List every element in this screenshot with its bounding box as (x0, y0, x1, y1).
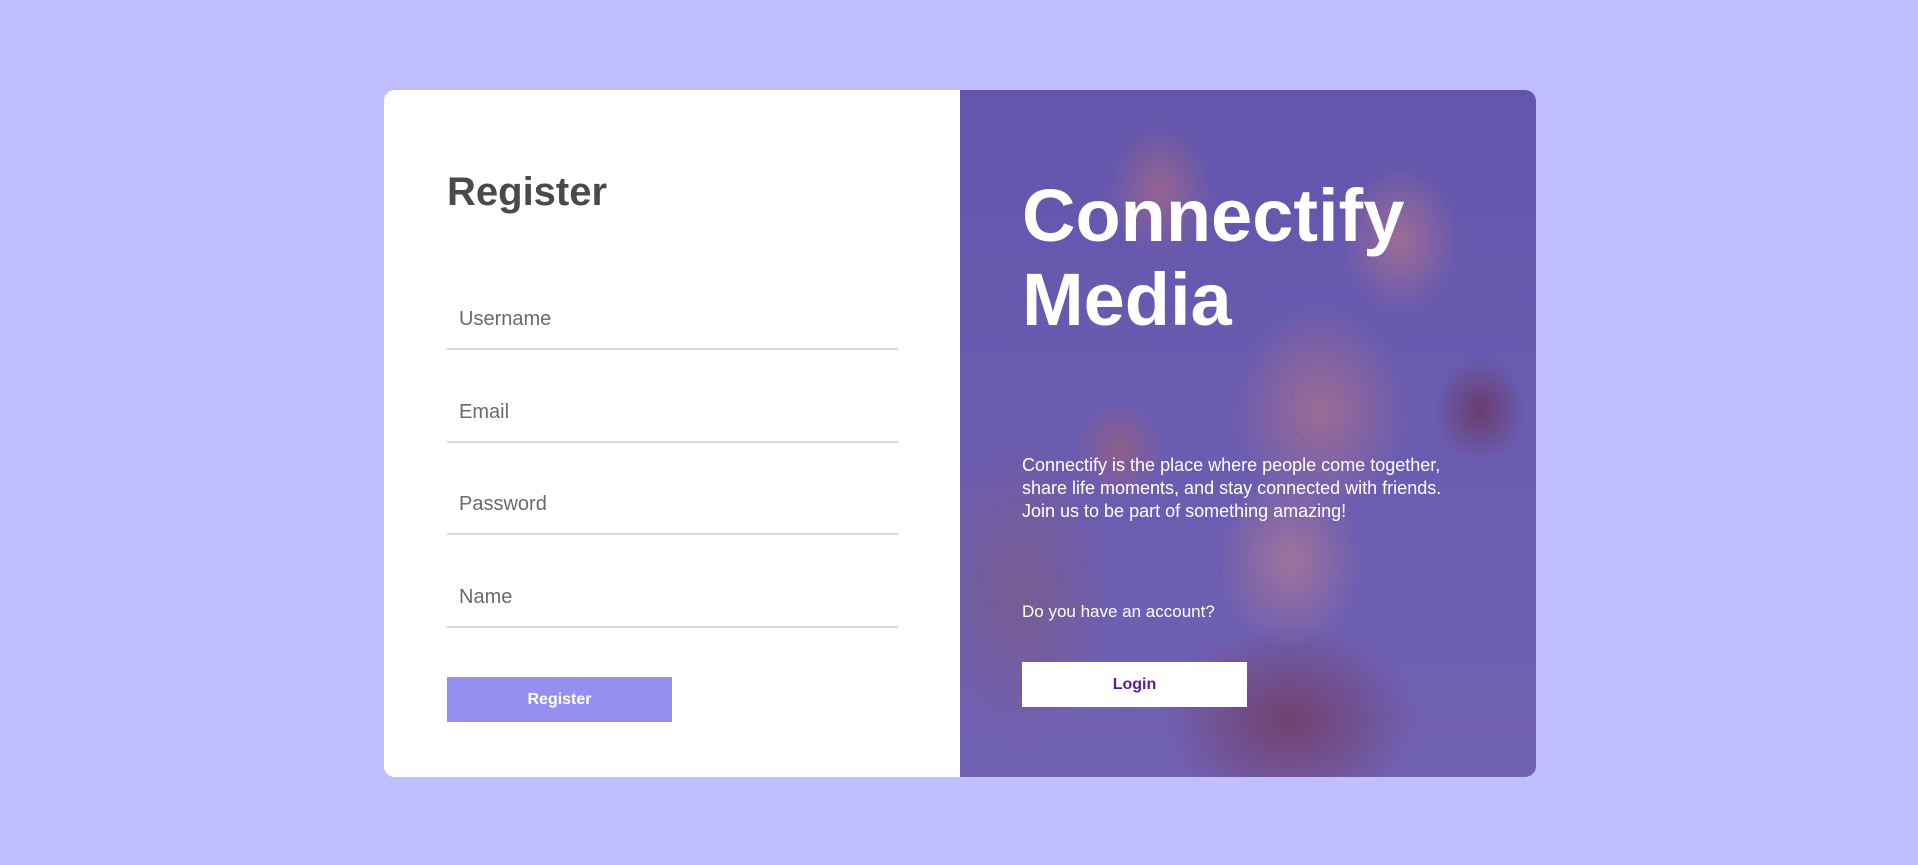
register-button[interactable]: Register (447, 677, 672, 722)
promo-panel: Connectify Media Connectify is the place… (960, 90, 1536, 777)
account-question: Do you have an account? (1022, 602, 1215, 621)
register-title: Register (447, 170, 608, 214)
login-button[interactable]: Login (1022, 662, 1247, 707)
name-input[interactable] (447, 568, 898, 628)
email-input[interactable] (447, 383, 898, 443)
register-panel: Register Register (384, 90, 960, 777)
register-card: Register Register Connectify Media Conne… (384, 90, 1536, 777)
username-input[interactable] (447, 290, 898, 350)
promo-content: Connectify Media Connectify is the place… (960, 90, 1536, 777)
brand-title: Connectify Media (1022, 174, 1405, 341)
password-input[interactable] (447, 475, 898, 535)
promo-tagline: Connectify is the place where people com… (1022, 455, 1442, 521)
